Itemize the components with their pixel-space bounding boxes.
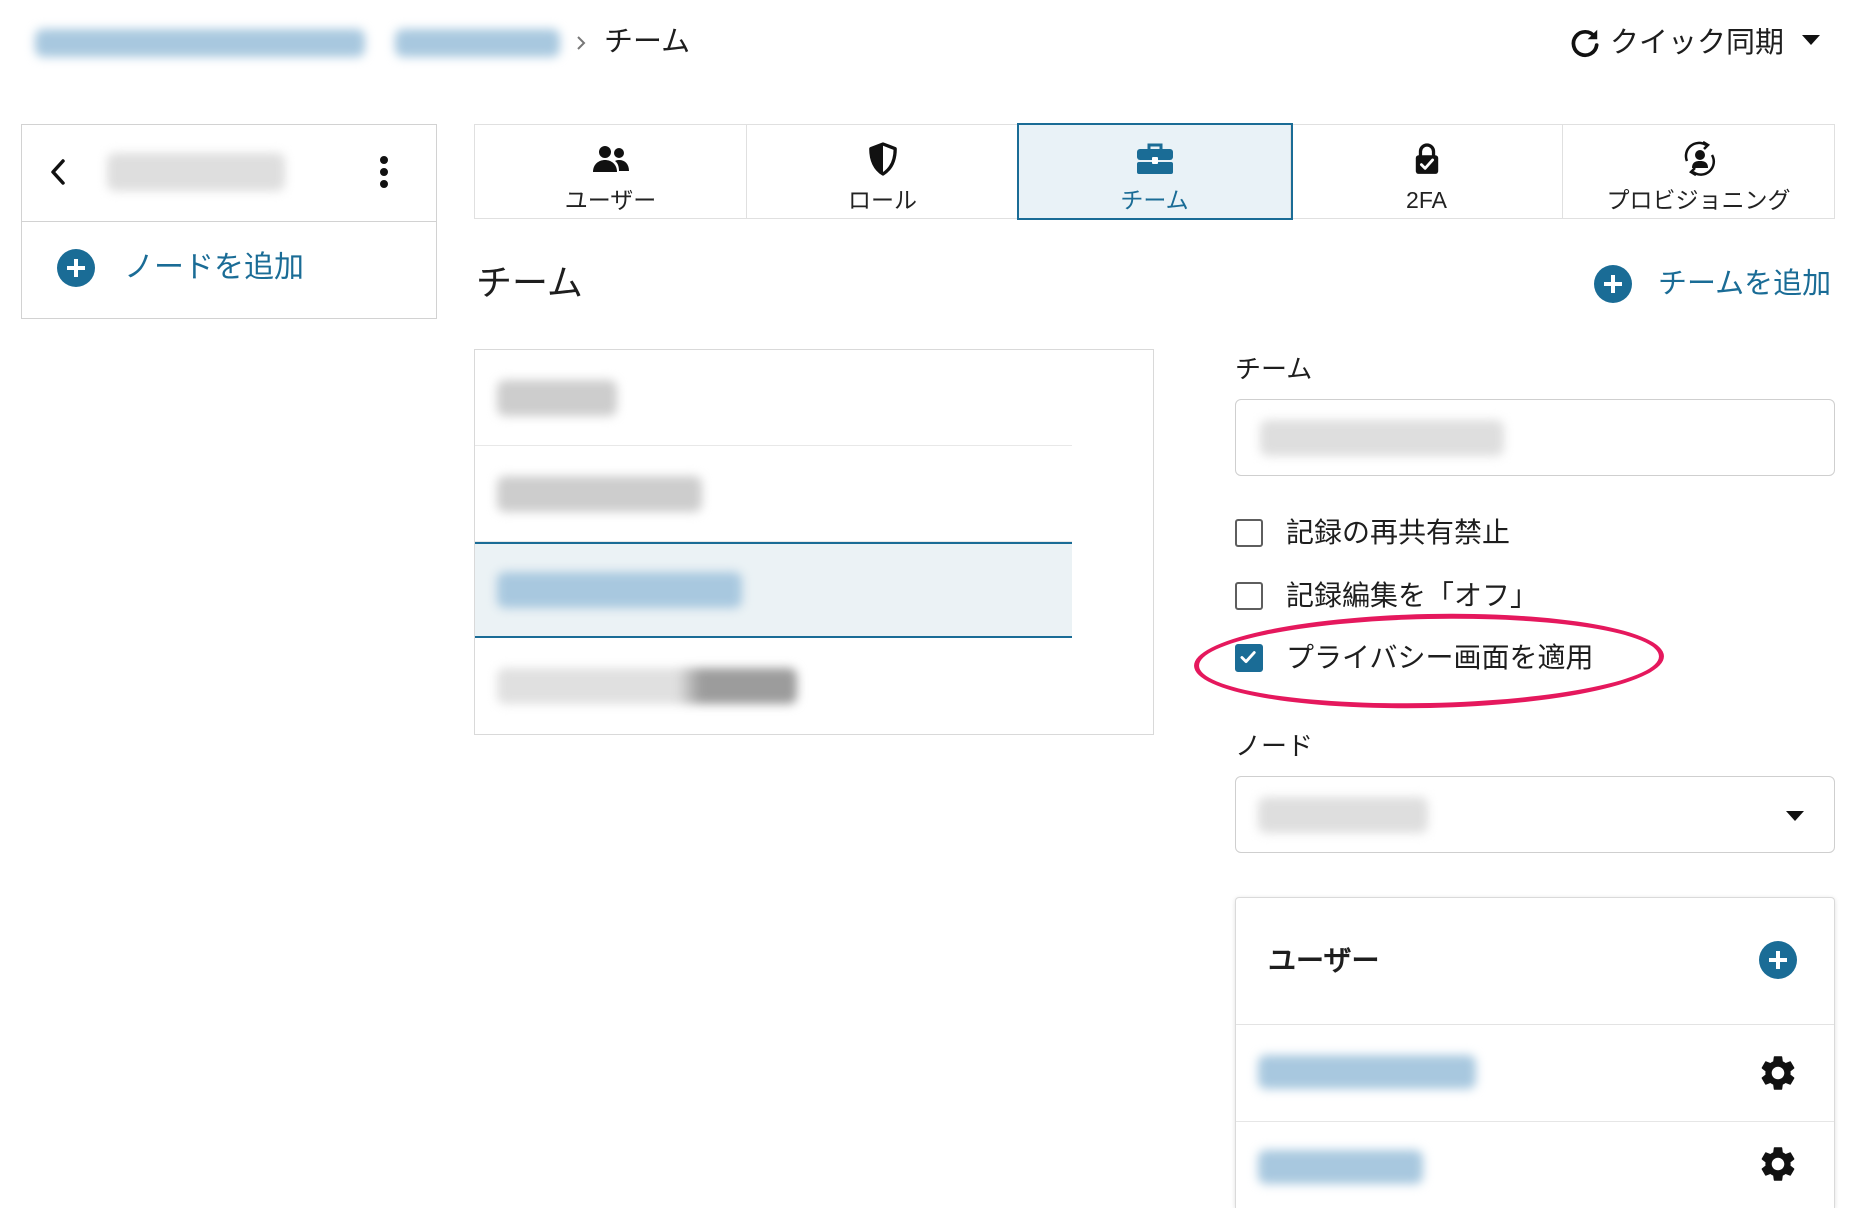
gear-icon[interactable] bbox=[1757, 1143, 1799, 1185]
refresh-icon bbox=[1568, 26, 1602, 60]
node-panel-header bbox=[22, 125, 436, 222]
more-options-icon[interactable] bbox=[378, 155, 390, 189]
add-node-button[interactable]: ノードを追加 bbox=[22, 222, 436, 317]
node-name-redacted bbox=[107, 153, 285, 191]
breadcrumb-current: チーム bbox=[604, 26, 691, 58]
tab-label: ロール bbox=[848, 187, 917, 213]
tab-label: ユーザー bbox=[564, 187, 657, 213]
team-list-item[interactable] bbox=[475, 350, 1072, 446]
add-team-label: チームを追加 bbox=[1658, 268, 1832, 300]
team-user-row bbox=[1236, 1122, 1834, 1206]
shield-icon bbox=[868, 139, 898, 179]
restrict-share-label: 記録の再共有禁止 bbox=[1286, 517, 1511, 548]
quick-sync-label: クイック同期 bbox=[1610, 27, 1785, 59]
provisioning-icon bbox=[1679, 139, 1719, 179]
team-name-label: チーム bbox=[1235, 354, 1313, 384]
highlight-ellipse-annotation bbox=[1193, 609, 1665, 713]
lock-check-icon bbox=[1413, 139, 1441, 179]
team-users-card: ユーザー bbox=[1235, 897, 1835, 1208]
admin-tabs: ユーザー ロール チーム 2FA プロビジョニング bbox=[474, 124, 1835, 219]
tab-2fa[interactable]: 2FA bbox=[1291, 125, 1563, 218]
tab-label: チーム bbox=[1120, 187, 1189, 213]
tab-label: 2FA bbox=[1406, 187, 1447, 213]
add-node-label: ノードを追加 bbox=[124, 251, 304, 284]
team-name-redacted bbox=[497, 572, 742, 608]
team-list-item[interactable] bbox=[475, 638, 1072, 734]
team-list-item[interactable] bbox=[475, 446, 1072, 542]
restrict-edit-checkbox[interactable] bbox=[1235, 582, 1263, 610]
plus-circle-icon bbox=[1593, 264, 1633, 304]
team-name-redacted bbox=[497, 668, 797, 704]
caret-down-icon[interactable] bbox=[1801, 34, 1821, 46]
team-name-redacted bbox=[497, 380, 617, 416]
restrict-edit-option[interactable]: 記録編集を「オフ」 bbox=[1235, 574, 1695, 618]
node-value-redacted bbox=[1258, 797, 1428, 833]
breadcrumb: チーム bbox=[0, 0, 800, 80]
breadcrumb-link-redacted[interactable] bbox=[35, 29, 365, 57]
users-icon bbox=[591, 139, 631, 179]
page-title: チーム bbox=[476, 262, 583, 303]
add-team-button[interactable]: チームを追加 bbox=[1593, 262, 1833, 306]
team-name-input[interactable] bbox=[1235, 399, 1835, 476]
node-select[interactable] bbox=[1235, 776, 1835, 853]
back-chevron-icon[interactable] bbox=[48, 158, 68, 186]
briefcase-icon bbox=[1135, 139, 1175, 179]
team-users-title: ユーザー bbox=[1268, 945, 1380, 976]
restrict-share-option[interactable]: 記録の再共有禁止 bbox=[1235, 511, 1695, 555]
breadcrumb-separator-icon bbox=[574, 32, 588, 54]
restrict-share-checkbox[interactable] bbox=[1235, 519, 1263, 547]
tab-label: プロビジョニング bbox=[1606, 187, 1791, 213]
breadcrumb-link-redacted[interactable] bbox=[395, 29, 560, 57]
restrict-edit-label: 記録編集を「オフ」 bbox=[1286, 580, 1539, 611]
caret-down-icon bbox=[1785, 810, 1805, 822]
user-link-redacted[interactable] bbox=[1258, 1055, 1476, 1089]
team-list-item-selected[interactable] bbox=[475, 542, 1072, 638]
team-name-redacted bbox=[497, 476, 702, 512]
quick-sync-button[interactable]: クイック同期 bbox=[1566, 20, 1830, 66]
plus-circle-icon bbox=[56, 248, 96, 288]
tab-roles[interactable]: ロール bbox=[747, 125, 1019, 218]
tab-teams[interactable]: チーム bbox=[1019, 125, 1291, 218]
team-user-row bbox=[1236, 1025, 1834, 1122]
user-link-redacted[interactable] bbox=[1258, 1150, 1423, 1184]
node-tree-panel: ノードを追加 bbox=[21, 124, 437, 319]
gear-icon[interactable] bbox=[1757, 1052, 1799, 1094]
team-list bbox=[474, 349, 1154, 735]
tab-provisioning[interactable]: プロビジョニング bbox=[1563, 125, 1834, 218]
node-label: ノード bbox=[1235, 731, 1314, 761]
tab-users[interactable]: ユーザー bbox=[475, 125, 747, 218]
team-name-value-redacted bbox=[1260, 420, 1504, 456]
add-user-button[interactable] bbox=[1758, 940, 1798, 980]
team-users-header: ユーザー bbox=[1236, 898, 1834, 1025]
